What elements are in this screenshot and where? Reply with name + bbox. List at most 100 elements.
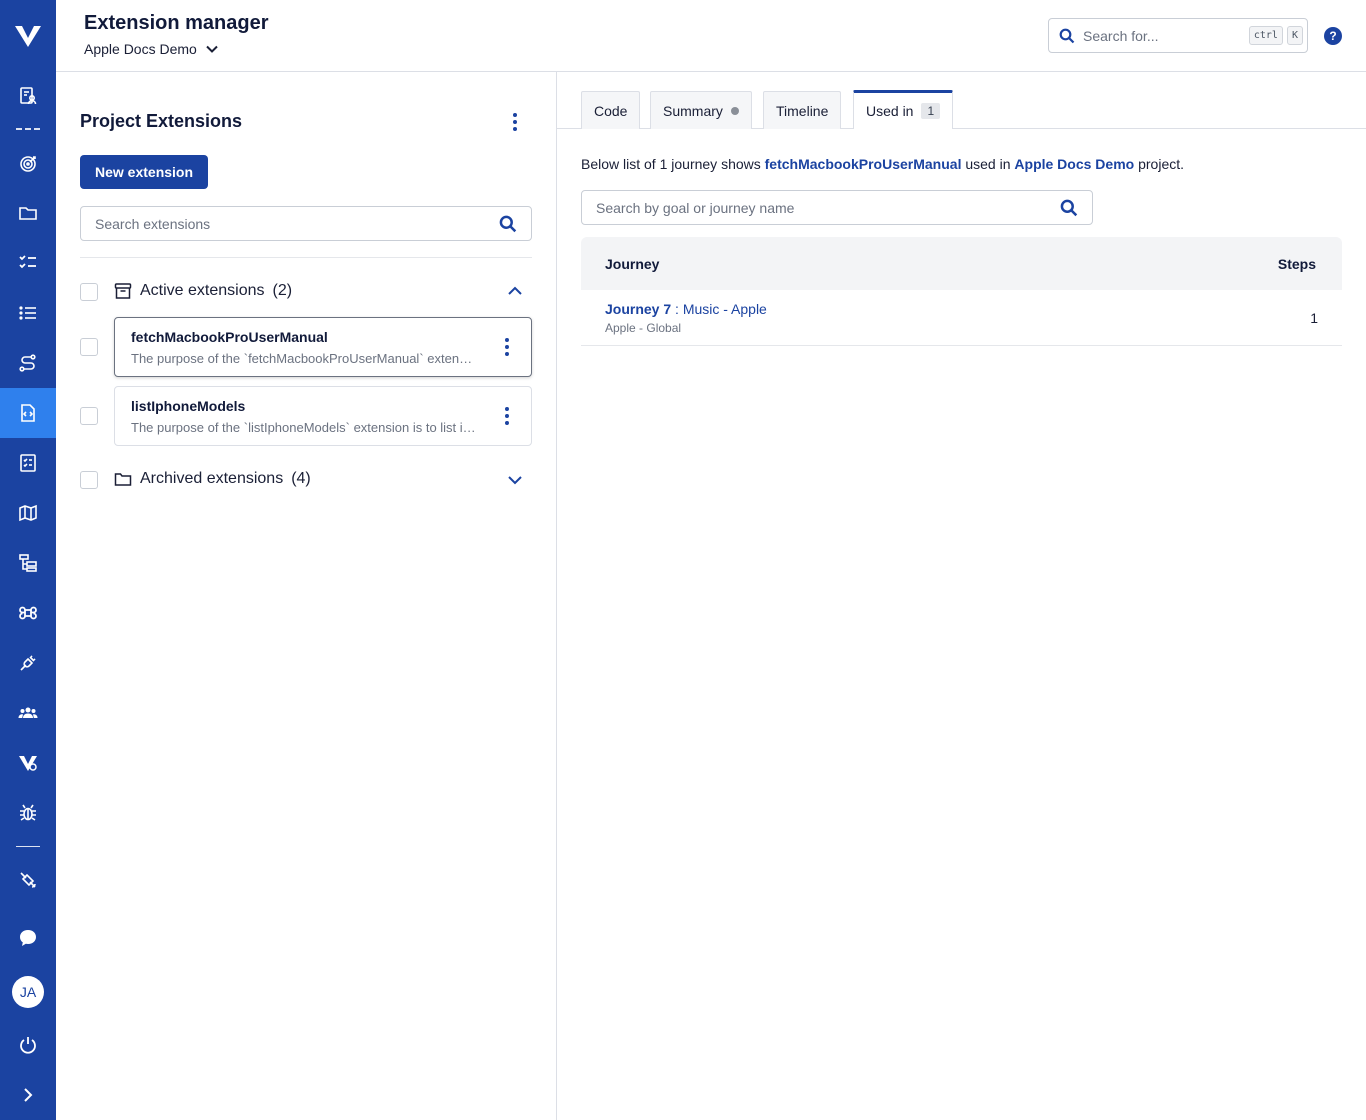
sidebar-item-map[interactable] — [0, 488, 56, 538]
detail-tabs: Code Summary Timeline Used in 1 — [557, 72, 1366, 129]
shortcut-key-k: K — [1286, 26, 1303, 45]
search-icon[interactable] — [1060, 199, 1078, 217]
active-group-label: Active extensions — [140, 282, 265, 299]
table-row[interactable]: Journey 7 : Music - Apple Apple - Global… — [581, 290, 1342, 346]
sidebar-item-satellite[interactable] — [0, 855, 56, 905]
status-dot-icon — [730, 106, 739, 115]
chat-icon — [20, 930, 36, 946]
extension-search-placeholder: Search extensions — [95, 215, 211, 232]
extension-detail-panel: Code Summary Timeline Used in 1 Below li… — [557, 72, 1366, 1120]
extension-more-menu-icon[interactable] — [499, 335, 515, 359]
extension-more-menu-icon[interactable] — [499, 404, 515, 428]
global-search-input[interactable]: Search for... ctrl K — [1048, 18, 1308, 53]
column-header-journey[interactable]: Journey — [605, 256, 659, 272]
panel-more-menu-icon[interactable] — [506, 110, 524, 134]
sidebar: JA — [0, 0, 56, 1120]
journeys-table-header: Journey Steps — [581, 237, 1342, 290]
extension-search-input[interactable]: Search extensions — [80, 206, 532, 241]
sidebar-item-projects[interactable] — [0, 188, 56, 238]
sidebar-item-requirements[interactable] — [0, 71, 56, 121]
tab-summary-label: Summary — [663, 102, 723, 119]
sidebar-expand-button[interactable] — [0, 1070, 56, 1120]
extension-checkbox[interactable] — [80, 338, 98, 356]
brand-settings-icon — [19, 756, 37, 771]
archive-box-icon — [114, 283, 132, 299]
sidebar-item-hierarchy[interactable] — [0, 538, 56, 588]
used-in-count-badge: 1 — [921, 103, 941, 119]
chevron-down-icon — [206, 45, 218, 53]
archived-group-checkbox[interactable] — [80, 471, 98, 489]
expand-archived-group[interactable] — [504, 469, 526, 491]
tab-timeline[interactable]: Timeline — [763, 91, 842, 129]
folder-icon — [114, 473, 132, 486]
extension-description: The purpose of the `listIphoneModels` ex… — [131, 420, 476, 435]
target-icon — [20, 156, 36, 172]
extension-checkbox[interactable] — [80, 407, 98, 425]
usage-project-link[interactable]: Apple Docs Demo — [1014, 156, 1134, 172]
plug-icon — [20, 655, 36, 671]
sidebar-item-bugs[interactable] — [0, 788, 56, 838]
journey-search-placeholder: Search by goal or journey name — [596, 199, 795, 216]
folder-icon — [19, 207, 37, 220]
brand-logo-icon — [15, 26, 41, 47]
project-extensions-panel: Project Extensions New extension Search … — [56, 72, 557, 1120]
project-selector[interactable]: Apple Docs Demo — [84, 41, 219, 57]
archived-extensions-group[interactable]: Archived extensions (4) — [114, 470, 311, 488]
extension-description: The purpose of the `fetchMacbookProUserM… — [131, 351, 476, 366]
new-extension-button[interactable]: New extension — [80, 155, 209, 189]
extension-name: listIphoneModels — [131, 398, 246, 414]
divider — [80, 257, 532, 258]
sidebar-item-team[interactable] — [0, 688, 56, 738]
tab-used-in-label: Used in — [866, 103, 914, 119]
shortcut-key-ctrl: ctrl — [1248, 26, 1283, 45]
tab-summary[interactable]: Summary — [650, 91, 752, 129]
search-icon[interactable] — [499, 215, 517, 233]
sidebar-item-list[interactable] — [0, 288, 56, 338]
extension-card[interactable]: listIphoneModels The purpose of the `lis… — [114, 386, 532, 446]
tab-used-in[interactable]: Used in 1 — [853, 90, 954, 129]
active-group-checkbox[interactable] — [80, 283, 98, 301]
sidebar-item-extensions[interactable] — [0, 388, 56, 438]
journey-separator: : — [671, 301, 683, 317]
chevron-right-icon — [24, 1088, 33, 1102]
active-extensions-group[interactable]: Active extensions (2) — [114, 282, 292, 300]
usage-prefix: Below list of 1 journey shows — [581, 156, 765, 172]
brand-logo[interactable] — [0, 14, 56, 58]
sidebar-item-integrations[interactable] — [0, 638, 56, 688]
column-header-steps[interactable]: Steps — [1278, 256, 1316, 272]
tab-code-label: Code — [594, 102, 628, 119]
sidebar-item-goals[interactable] — [0, 138, 56, 188]
journey-subtitle: Apple - Global — [605, 321, 682, 335]
sidebar-item-brand-settings[interactable] — [0, 738, 56, 788]
sidebar-item-chat[interactable] — [0, 913, 56, 963]
list-icon — [19, 306, 36, 320]
sidebar-item-journeys[interactable] — [0, 338, 56, 388]
journey-name: Music - Apple — [682, 301, 767, 317]
search-icon — [1059, 28, 1075, 43]
usage-description: Below list of 1 journey shows fetchMacbo… — [581, 156, 1184, 172]
tab-timeline-label: Timeline — [776, 102, 829, 119]
top-header: Extension manager Apple Docs Demo Search… — [56, 0, 1366, 72]
archived-group-label: Archived extensions — [140, 470, 284, 487]
satellite-icon — [20, 872, 36, 888]
power-icon — [20, 1037, 36, 1054]
route-icon — [19, 354, 36, 372]
extension-card-selected[interactable]: fetchMacbookProUserManual The purpose of… — [114, 317, 532, 377]
usage-extension-name: fetchMacbookProUserManual — [764, 156, 962, 172]
team-icon — [18, 707, 38, 718]
help-icon[interactable]: ? — [1324, 27, 1342, 45]
collapse-active-group[interactable] — [504, 280, 526, 302]
journey-search-input[interactable]: Search by goal or journey name — [581, 190, 1093, 225]
usage-middle: used in — [961, 156, 1015, 172]
tab-code[interactable]: Code — [581, 91, 641, 129]
sidebar-item-logout[interactable] — [0, 1020, 56, 1070]
extension-name: fetchMacbookProUserManual — [131, 329, 328, 345]
code-file-icon — [21, 404, 35, 422]
sidebar-item-checklists[interactable] — [0, 237, 56, 287]
avatar[interactable]: JA — [12, 976, 44, 1008]
journey-steps-count: 1 — [1310, 310, 1318, 326]
sidebar-item-test-plans[interactable] — [0, 438, 56, 488]
sidebar-item-shortcuts[interactable] — [0, 588, 56, 638]
journey-link[interactable]: Journey 7 : Music - Apple — [605, 301, 767, 317]
journey-number: Journey 7 — [605, 301, 672, 317]
